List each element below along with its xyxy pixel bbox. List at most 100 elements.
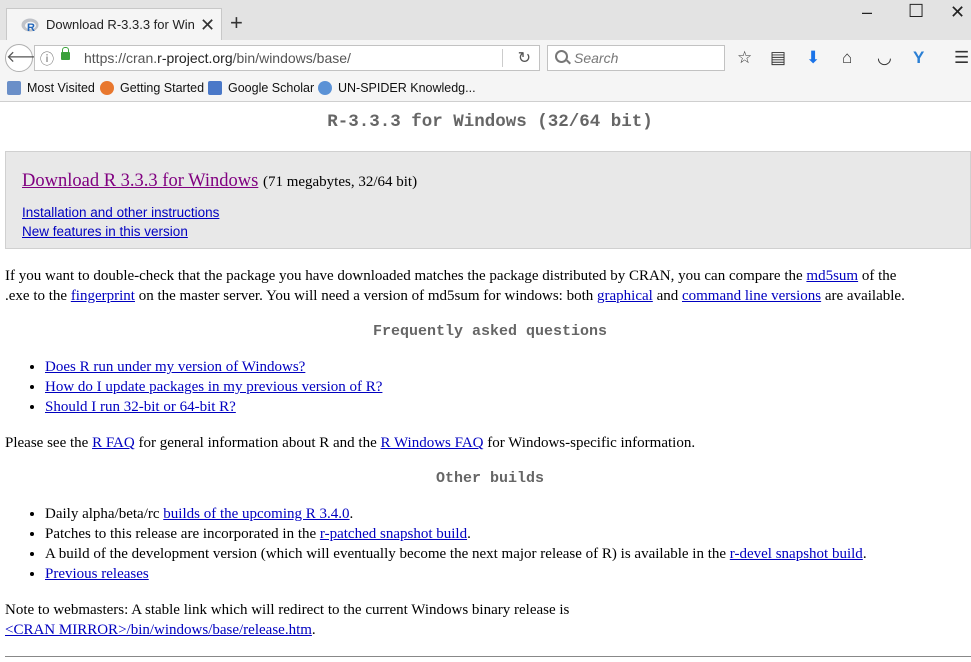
tab-title: Download R-3.3.3 for Win... (46, 17, 196, 32)
md5-text: and (652, 288, 682, 304)
new-tab-icon[interactable]: + (230, 12, 243, 34)
search-icon (555, 50, 568, 63)
bookmark-un-spider[interactable]: UN-SPIDER Knowledg... (318, 81, 476, 95)
divider (5, 656, 971, 657)
folder-icon (7, 81, 21, 95)
install-line: Installation and other instructions (22, 205, 219, 220)
bookmark-label: Most Visited (27, 81, 95, 95)
close-window-icon[interactable]: ✕ (950, 2, 965, 23)
rfaq-text: for general information about R and the (134, 435, 381, 451)
faq-update-packages-link[interactable]: How do I update packages in my previous … (45, 379, 382, 395)
new-features-link[interactable]: New features in this version (22, 224, 188, 239)
release-link[interactable]: <CRAN MIRROR>/bin/windows/base/release.h… (5, 622, 312, 638)
md5-text: on the master server. You will need a ve… (134, 288, 597, 304)
page-content: R-3.3.3 for Windows (32/64 bit) Download… (0, 102, 971, 662)
list-item: A build of the development version (whic… (45, 544, 867, 564)
features-line: New features in this version (22, 224, 188, 239)
firefox-icon (100, 81, 114, 95)
note-text: . (311, 622, 316, 638)
bookmark-label: UN-SPIDER Knowledg... (338, 81, 476, 95)
installation-instructions-link[interactable]: Installation and other instructions (22, 205, 219, 220)
r-patched-link[interactable]: r-patched snapshot build (320, 526, 467, 542)
graphical-link[interactable]: graphical (597, 288, 653, 304)
md5-text: of the (858, 268, 897, 284)
faq-list: Does R run under my version of Windows? … (0, 357, 382, 417)
svg-text:R: R (27, 22, 35, 33)
list-item: How do I update packages in my previous … (45, 377, 382, 397)
reload-icon[interactable]: ↻ (518, 48, 531, 68)
minimize-icon[interactable]: – (862, 2, 872, 23)
r-devel-link[interactable]: r-devel snapshot build (730, 546, 863, 562)
search-input[interactable]: Search (547, 45, 725, 71)
url-text[interactable]: https://cran.r-project.org/bin/windows/b… (84, 50, 351, 66)
previous-releases-link[interactable]: Previous releases (45, 566, 149, 582)
faq-windows-version-link[interactable]: Does R run under my version of Windows? (45, 359, 305, 375)
md5-text: are available. (821, 288, 905, 304)
bookmark-label: Getting Started (120, 81, 205, 95)
search-placeholder: Search (574, 50, 619, 66)
google-scholar-icon (208, 81, 222, 95)
webmaster-note: Note to webmasters: A stable link which … (5, 600, 569, 640)
build-text: . (349, 506, 354, 522)
bookmark-label: Google Scholar (228, 81, 315, 95)
build-text: . (467, 526, 471, 542)
fingerprint-link[interactable]: fingerprint (71, 288, 135, 304)
upcoming-builds-link[interactable]: builds of the upcoming R 3.4.0 (163, 506, 349, 522)
url-separator (502, 49, 503, 67)
download-r-link[interactable]: Download R 3.3.3 for Windows (22, 171, 258, 191)
tab-bar: R Download R-3.3.3 for Win... ✕ + – ☐ ✕ (0, 0, 971, 41)
bookmark-getting-started[interactable]: Getting Started (100, 81, 204, 95)
download-line: Download R 3.3.3 for Windows (71 megabyt… (22, 171, 417, 192)
md5-text: .exe to the (5, 288, 71, 304)
md5sum-link[interactable]: md5sum (806, 268, 858, 284)
url-prefix: https://cran. (84, 50, 158, 66)
bookmarks-bar: Most Visited Getting Started Google Scho… (0, 76, 971, 102)
back-button[interactable]: 🡐 (5, 44, 49, 72)
download-size: (71 megabytes, 32/64 bit) (262, 174, 418, 190)
r-faq-link[interactable]: R FAQ (92, 435, 135, 451)
list-item: Should I run 32-bit or 64-bit R? (45, 397, 382, 417)
list-item: Daily alpha/beta/rc builds of the upcomi… (45, 504, 867, 524)
home-icon[interactable]: ⌂ (842, 49, 852, 67)
page-title: R-3.3.3 for Windows (32/64 bit) (327, 112, 653, 132)
download-icon[interactable]: ⬇ (806, 49, 820, 67)
un-globe-icon (318, 81, 332, 95)
command-line-versions-link[interactable]: command line versions (682, 288, 821, 304)
browser-tab[interactable]: R Download R-3.3.3 for Win... ✕ (6, 8, 222, 41)
info-icon[interactable]: ⓘ (40, 49, 54, 69)
build-text: Patches to this release are incorporated… (45, 526, 320, 542)
build-text: Daily alpha/beta/rc (45, 506, 164, 522)
menu-icon[interactable]: ☰ (954, 49, 969, 67)
bookmark-star-icon[interactable]: ☆ (737, 49, 752, 67)
url-bar[interactable]: ⓘ https://cran.r-project.org/bin/windows… (34, 45, 540, 71)
download-box: Download R 3.3.3 for Windows (71 megabyt… (5, 151, 971, 249)
note-text: Note to webmasters: A stable link which … (5, 602, 570, 618)
rfaq-paragraph: Please see the R FAQ for general informa… (5, 433, 695, 453)
bookmark-most-visited[interactable]: Most Visited (7, 81, 95, 95)
r-windows-faq-link[interactable]: R Windows FAQ (380, 435, 483, 451)
r-logo-icon: R (21, 18, 39, 33)
md5-text: If you want to double-check that the pac… (5, 268, 807, 284)
navigation-bar: 🡐 ⓘ https://cran.r-project.org/bin/windo… (0, 40, 971, 76)
list-item: Previous releases (45, 564, 867, 584)
bookmark-google-scholar[interactable]: Google Scholar (208, 81, 314, 95)
url-host: r-project.org (157, 50, 233, 66)
list-item: Patches to this release are incorporated… (45, 524, 867, 544)
url-path: /bin/windows/base/ (232, 50, 351, 66)
list-item: Does R run under my version of Windows? (45, 357, 382, 377)
build-text: A build of the development version (whic… (45, 546, 730, 562)
other-builds-heading: Other builds (435, 470, 545, 487)
build-text: . (862, 546, 867, 562)
builds-list: Daily alpha/beta/rc builds of the upcomi… (0, 504, 867, 584)
maximize-icon[interactable]: ☐ (908, 1, 924, 22)
pocket-icon[interactable]: ◡ (877, 49, 892, 67)
lock-icon (61, 47, 70, 60)
faq-32-64-bit-link[interactable]: Should I run 32-bit or 64-bit R? (45, 399, 236, 415)
md5-paragraph: If you want to double-check that the pac… (5, 266, 905, 306)
extension-icon[interactable]: Y (913, 49, 924, 67)
rfaq-text: Please see the (5, 435, 93, 451)
faq-heading: Frequently asked questions (372, 323, 608, 340)
rfaq-text: for Windows-specific information. (483, 435, 696, 451)
close-tab-icon[interactable]: ✕ (200, 15, 215, 36)
reading-list-icon[interactable]: ▤ (770, 49, 786, 67)
